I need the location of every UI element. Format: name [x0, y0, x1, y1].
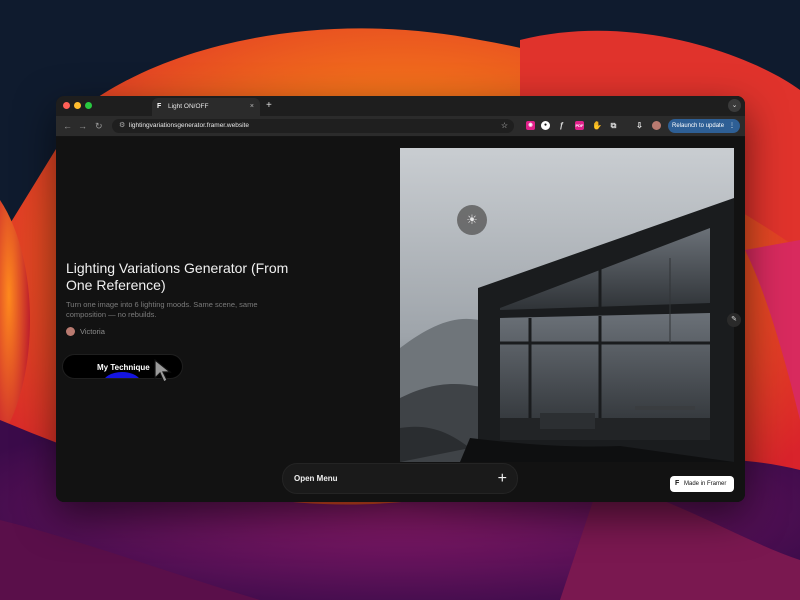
maximize-window-button[interactable]	[85, 102, 92, 109]
page-content: Lighting Variations Generator (From One …	[56, 137, 745, 502]
author-name[interactable]: Victoria	[80, 326, 105, 338]
extension-hand-icon[interactable]: ✋	[592, 121, 602, 130]
sun-icon[interactable]: ☀	[457, 205, 487, 235]
framer-badge-label: Made in Framer	[684, 481, 727, 487]
new-tab-button[interactable]: +	[266, 98, 272, 114]
page-subtitle: Turn one image into 6 lighting moods. Sa…	[66, 300, 258, 319]
address-bar[interactable]: ⚙ lightingvariationsgenerator.framer.web…	[112, 119, 514, 133]
extension-dark-icon[interactable]: ●	[541, 121, 550, 130]
minimize-window-button[interactable]	[74, 102, 81, 109]
framer-icon: F	[157, 103, 162, 110]
author-avatar	[66, 327, 75, 336]
reload-icon[interactable]: ↻	[95, 120, 103, 132]
page-title: Lighting Variations Generator (From One …	[66, 260, 289, 293]
close-window-button[interactable]	[63, 102, 70, 109]
open-menu-label: Open Menu	[294, 474, 338, 483]
url-text[interactable]: lightingvariationsgenerator.framer.websi…	[129, 119, 249, 133]
pointer-cursor-icon	[154, 358, 172, 383]
made-in-framer-badge[interactable]: F Made in Framer	[670, 476, 734, 492]
browser-window: F Light ON/OFF × + ⌄ ← → ↻ ⚙ lightingvar…	[56, 96, 745, 502]
tab-close-icon[interactable]: ×	[250, 98, 254, 116]
tab-search-chevron-icon[interactable]: ⌄	[728, 99, 741, 112]
more-menu-icon[interactable]: ⋮	[729, 119, 735, 133]
framer-logo-icon: F	[675, 480, 680, 487]
relaunch-button[interactable]: Relaunch to update ⋮	[668, 119, 740, 133]
my-technique-label: My Technique	[97, 363, 150, 372]
cabin-scene-image	[400, 148, 734, 462]
button-glow	[103, 372, 141, 378]
open-menu-bar[interactable]: Open Menu +	[282, 463, 518, 494]
browser-toolbar: ← → ↻ ⚙ lightingvariationsgenerator.fram…	[56, 116, 745, 137]
extension-pink-icon[interactable]: ◉	[526, 121, 535, 130]
extension-function-icon[interactable]: ƒ	[557, 121, 566, 130]
browser-tab[interactable]: F Light ON/OFF ×	[152, 98, 260, 116]
plus-icon[interactable]: +	[498, 464, 507, 493]
extension-pdf-icon[interactable]: PDF	[575, 121, 584, 130]
back-arrow-icon[interactable]: ←	[63, 120, 72, 132]
tab-title: Light ON/OFF	[168, 103, 209, 110]
downloads-icon[interactable]: ⇩	[635, 121, 644, 130]
tab-strip: F Light ON/OFF × + ⌄	[56, 96, 745, 116]
edit-pencil-icon[interactable]: ✎	[727, 313, 741, 327]
profile-avatar[interactable]	[652, 121, 661, 130]
extensions-puzzle-icon[interactable]: ⧉	[609, 121, 618, 130]
relaunch-label: Relaunch to update	[672, 123, 725, 129]
forward-arrow-icon[interactable]: →	[78, 120, 87, 132]
cabin-photo: ☀	[400, 148, 734, 462]
bookmark-star-icon[interactable]: ☆	[501, 119, 508, 133]
site-info-icon[interactable]: ⚙	[119, 119, 125, 133]
